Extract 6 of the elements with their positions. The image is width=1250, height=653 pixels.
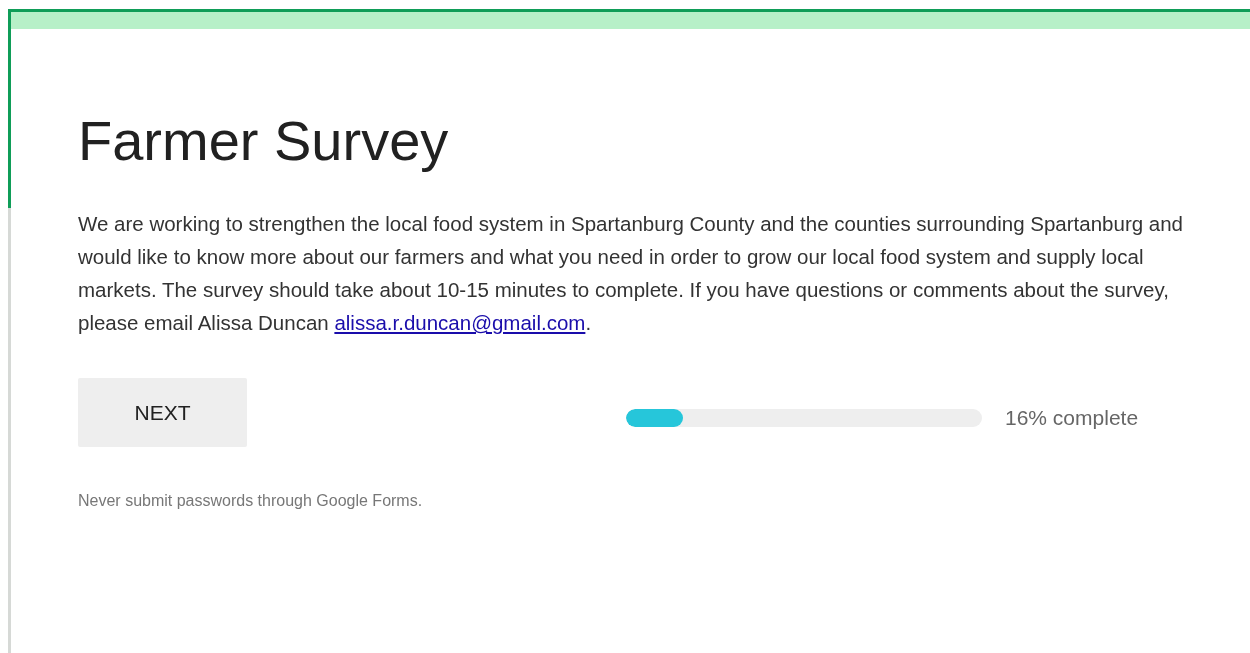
form-description: We are working to strengthen the local food system in Spartanburg County and the counties surrounding Spartanburg and would like to know more about our farmers and what you need in order to grow our local food system and supply local markets. The survey should take about 10-15 minutes to complete. If you have questions or comments about the survey, please email Alissa Duncan alissa.r.duncan@gmail.com. xyxy=(78,211,1185,336)
progress-label: 16% complete xyxy=(1005,405,1139,430)
next-button[interactable]: NEXT xyxy=(78,378,247,447)
email-link[interactable]: alissa.r.duncan@gmail.com xyxy=(334,311,586,334)
form-title: Farmer Survey xyxy=(78,109,450,173)
password-warning: Never submit passwords through Google Forms. xyxy=(78,492,424,510)
